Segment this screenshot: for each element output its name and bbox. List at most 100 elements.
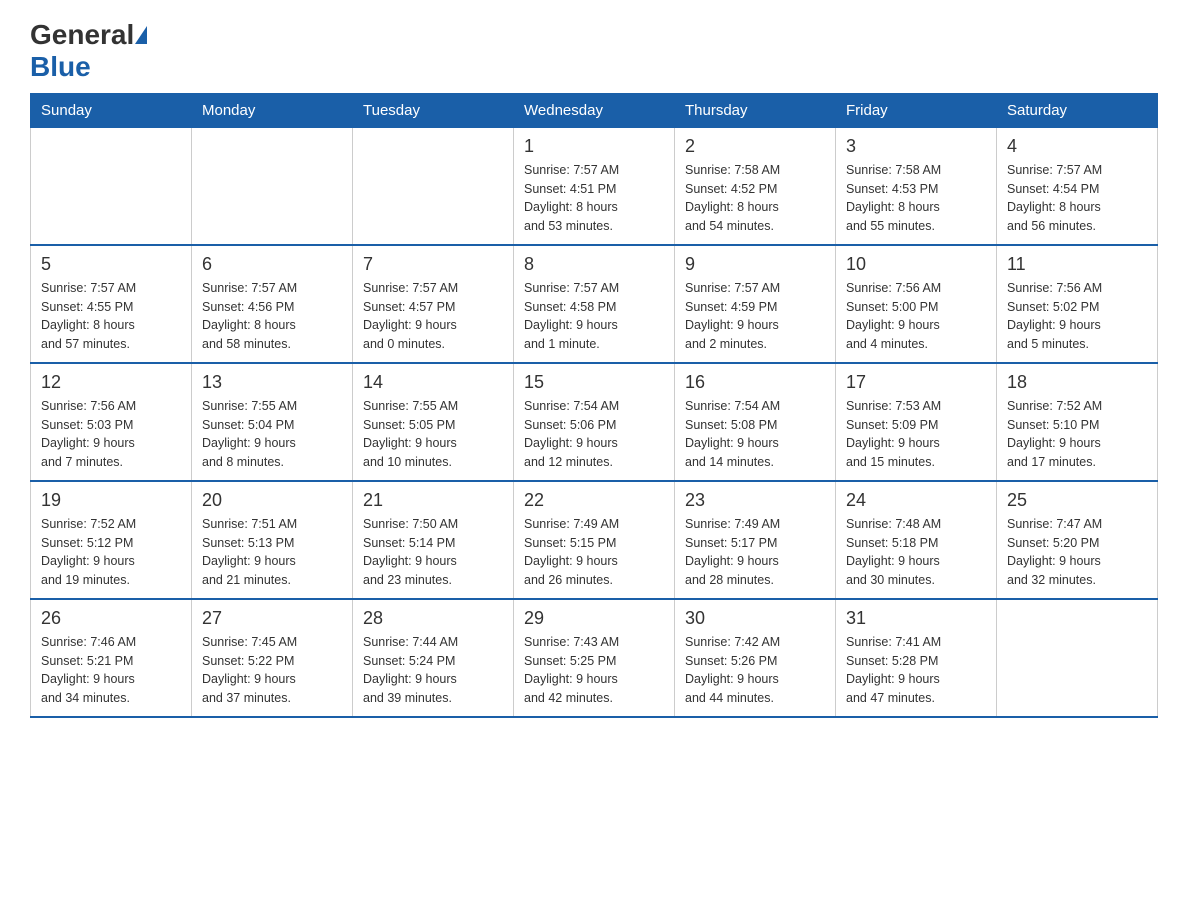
day-info: Sunrise: 7:55 AMSunset: 5:04 PMDaylight:… [202,397,342,472]
day-number: 30 [685,608,825,629]
day-info: Sunrise: 7:51 AMSunset: 5:13 PMDaylight:… [202,515,342,590]
day-number: 19 [41,490,181,511]
calendar-header-row: SundayMondayTuesdayWednesdayThursdayFrid… [31,93,1158,127]
day-info: Sunrise: 7:57 AMSunset: 4:55 PMDaylight:… [41,279,181,354]
logo-arrow-icon [135,26,147,44]
day-info: Sunrise: 7:57 AMSunset: 4:56 PMDaylight:… [202,279,342,354]
day-number: 26 [41,608,181,629]
day-number: 18 [1007,372,1147,393]
day-info: Sunrise: 7:53 AMSunset: 5:09 PMDaylight:… [846,397,986,472]
calendar-day-cell: 29Sunrise: 7:43 AMSunset: 5:25 PMDayligh… [514,599,675,717]
calendar-day-cell: 31 Sunrise: 7:41 AMSunset: 5:28 PMDayligh… [836,599,997,717]
day-number: 23 [685,490,825,511]
day-info: Sunrise: 7:49 AMSunset: 5:15 PMDaylight:… [524,515,664,590]
day-number: 24 [846,490,986,511]
calendar-day-cell: 24 Sunrise: 7:48 AMSunset: 5:18 PMDayligh… [836,481,997,599]
calendar-day-cell: 15 Sunrise: 7:54 AMSunset: 5:06 PMDayligh… [514,363,675,481]
day-info: Sunrise: 7:57 AMSunset: 4:51 PMDaylight:… [524,161,664,236]
calendar-day-cell: 2Sunrise: 7:58 AMSunset: 4:52 PMDaylight… [675,127,836,245]
day-info: Sunrise: 7:55 AMSunset: 5:05 PMDaylight:… [363,397,503,472]
day-info: Sunrise: 7:58 AMSunset: 4:52 PMDaylight:… [685,161,825,236]
day-number: 15 [524,372,664,393]
calendar-week-row: 5 Sunrise: 7:57 AMSunset: 4:55 PMDaylight… [31,245,1158,363]
day-info: Sunrise: 7:56 AMSunset: 5:02 PMDaylight:… [1007,279,1147,354]
column-header-friday: Friday [836,93,997,127]
day-number: 17 [846,372,986,393]
column-header-wednesday: Wednesday [514,93,675,127]
day-info: Sunrise: 7:45 AMSunset: 5:22 PMDaylight:… [202,633,342,708]
logo-text1: General [30,20,134,51]
column-header-thursday: Thursday [675,93,836,127]
calendar-day-cell: 4Sunrise: 7:57 AMSunset: 4:54 PMDaylight… [997,127,1158,245]
day-info: Sunrise: 7:56 AMSunset: 5:00 PMDaylight:… [846,279,986,354]
day-number: 25 [1007,490,1147,511]
calendar-day-cell: 3Sunrise: 7:58 AMSunset: 4:53 PMDaylight… [836,127,997,245]
day-info: Sunrise: 7:50 AMSunset: 5:14 PMDaylight:… [363,515,503,590]
day-number: 28 [363,608,503,629]
calendar-day-cell: 11 Sunrise: 7:56 AMSunset: 5:02 PMDayligh… [997,245,1158,363]
day-number: 14 [363,372,503,393]
calendar-day-cell: 12 Sunrise: 7:56 AMSunset: 5:03 PMDayligh… [31,363,192,481]
logo-blue-text: Blue [30,51,91,82]
day-number: 21 [363,490,503,511]
day-number: 13 [202,372,342,393]
column-header-sunday: Sunday [31,93,192,127]
calendar-day-cell: 10 Sunrise: 7:56 AMSunset: 5:00 PMDayligh… [836,245,997,363]
calendar-day-cell: 7Sunrise: 7:57 AMSunset: 4:57 PMDaylight… [353,245,514,363]
day-number: 20 [202,490,342,511]
calendar-day-cell: 26Sunrise: 7:46 AMSunset: 5:21 PMDayligh… [31,599,192,717]
day-info: Sunrise: 7:54 AMSunset: 5:06 PMDaylight:… [524,397,664,472]
day-info: Sunrise: 7:57 AMSunset: 4:59 PMDaylight:… [685,279,825,354]
calendar-day-cell: 9 Sunrise: 7:57 AMSunset: 4:59 PMDaylight… [675,245,836,363]
column-header-saturday: Saturday [997,93,1158,127]
empty-cell [997,599,1158,717]
day-number: 7 [363,254,503,275]
day-info: Sunrise: 7:52 AMSunset: 5:12 PMDaylight:… [41,515,181,590]
day-info: Sunrise: 7:44 AMSunset: 5:24 PMDaylight:… [363,633,503,708]
column-header-tuesday: Tuesday [353,93,514,127]
day-number: 1 [524,136,664,157]
calendar-week-row: 19 Sunrise: 7:52 AMSunset: 5:12 PMDayligh… [31,481,1158,599]
calendar-day-cell: 30Sunrise: 7:42 AMSunset: 5:26 PMDayligh… [675,599,836,717]
day-number: 3 [846,136,986,157]
page-header: General Blue [30,20,1158,83]
column-header-monday: Monday [192,93,353,127]
calendar-table: SundayMondayTuesdayWednesdayThursdayFrid… [30,93,1158,718]
calendar-day-cell: 5 Sunrise: 7:57 AMSunset: 4:55 PMDaylight… [31,245,192,363]
day-info: Sunrise: 7:56 AMSunset: 5:03 PMDaylight:… [41,397,181,472]
calendar-day-cell: 23 Sunrise: 7:49 AMSunset: 5:17 PMDayligh… [675,481,836,599]
day-number: 29 [524,608,664,629]
day-info: Sunrise: 7:52 AMSunset: 5:10 PMDaylight:… [1007,397,1147,472]
day-number: 9 [685,254,825,275]
day-number: 16 [685,372,825,393]
calendar-day-cell: 17 Sunrise: 7:53 AMSunset: 5:09 PMDayligh… [836,363,997,481]
calendar-day-cell: 13 Sunrise: 7:55 AMSunset: 5:04 PMDayligh… [192,363,353,481]
calendar-day-cell: 14 Sunrise: 7:55 AMSunset: 5:05 PMDayligh… [353,363,514,481]
calendar-day-cell: 21 Sunrise: 7:50 AMSunset: 5:14 PMDayligh… [353,481,514,599]
calendar-day-cell: 1 Sunrise: 7:57 AMSunset: 4:51 PMDaylight… [514,127,675,245]
calendar-day-cell: 6 Sunrise: 7:57 AMSunset: 4:56 PMDaylight… [192,245,353,363]
day-number: 27 [202,608,342,629]
empty-cell [31,127,192,245]
day-number: 6 [202,254,342,275]
day-info: Sunrise: 7:54 AMSunset: 5:08 PMDaylight:… [685,397,825,472]
day-info: Sunrise: 7:49 AMSunset: 5:17 PMDaylight:… [685,515,825,590]
calendar-week-row: 12 Sunrise: 7:56 AMSunset: 5:03 PMDayligh… [31,363,1158,481]
calendar-day-cell: 8Sunrise: 7:57 AMSunset: 4:58 PMDaylight… [514,245,675,363]
calendar-day-cell: 22 Sunrise: 7:49 AMSunset: 5:15 PMDayligh… [514,481,675,599]
calendar-day-cell: 25 Sunrise: 7:47 AMSunset: 5:20 PMDayligh… [997,481,1158,599]
day-number: 8 [524,254,664,275]
calendar-day-cell: 18 Sunrise: 7:52 AMSunset: 5:10 PMDayligh… [997,363,1158,481]
empty-cell [192,127,353,245]
day-number: 5 [41,254,181,275]
day-number: 11 [1007,254,1147,275]
day-info: Sunrise: 7:41 AMSunset: 5:28 PMDaylight:… [846,633,986,708]
day-number: 10 [846,254,986,275]
calendar-week-row: 1 Sunrise: 7:57 AMSunset: 4:51 PMDaylight… [31,127,1158,245]
day-info: Sunrise: 7:48 AMSunset: 5:18 PMDaylight:… [846,515,986,590]
calendar-day-cell: 16 Sunrise: 7:54 AMSunset: 5:08 PMDayligh… [675,363,836,481]
day-number: 12 [41,372,181,393]
day-number: 31 [846,608,986,629]
day-info: Sunrise: 7:47 AMSunset: 5:20 PMDaylight:… [1007,515,1147,590]
day-number: 22 [524,490,664,511]
